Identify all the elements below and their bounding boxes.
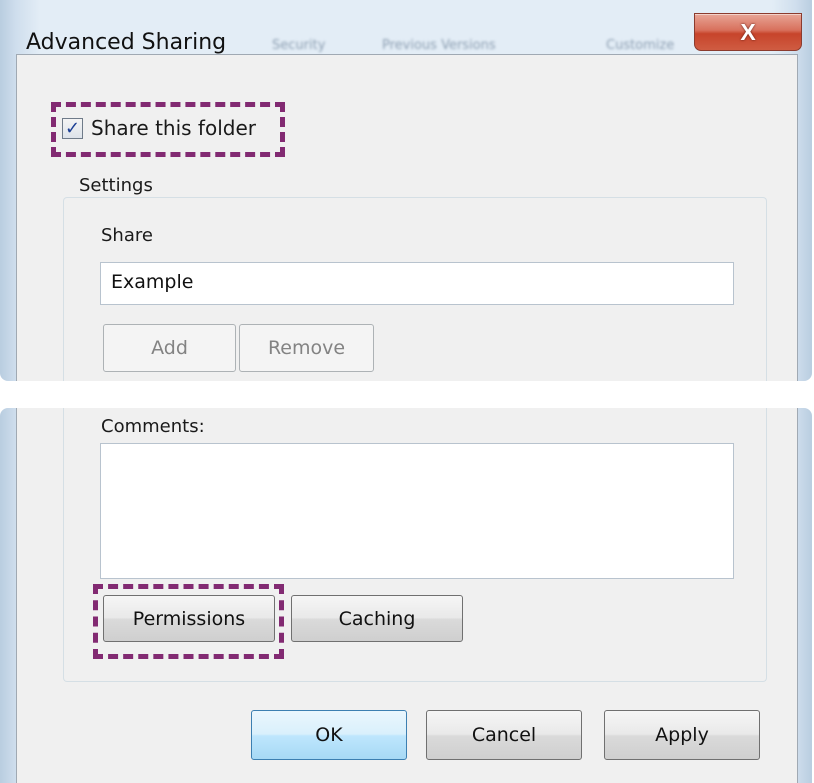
share-name-label: Share — [101, 225, 153, 246]
close-icon: X — [740, 18, 756, 45]
comments-textarea[interactable] — [100, 443, 734, 579]
permissions-button[interactable]: Permissions — [103, 595, 275, 642]
check-icon: ✓ — [64, 117, 81, 139]
settings-legend: Settings — [75, 175, 157, 196]
apply-button[interactable]: Apply — [604, 710, 760, 760]
cancel-button[interactable]: Cancel — [426, 710, 582, 760]
share-this-folder-label: Share this folder — [91, 116, 256, 140]
comments-label: Comments: — [101, 416, 205, 437]
dialog-bottom-section: Comments: Permissions Caching OK Cancel … — [0, 408, 812, 783]
window-title: Advanced Sharing — [26, 30, 227, 55]
background-tab-customize: Customize — [606, 38, 675, 53]
background-tab-security: Security — [272, 38, 326, 53]
dialog-top-section: Advanced Sharing Security Previous Versi… — [0, 0, 812, 381]
caching-button[interactable]: Caching — [291, 595, 463, 642]
close-button[interactable]: X — [694, 13, 802, 51]
share-name-input[interactable]: Example — [100, 262, 734, 305]
ok-button[interactable]: OK — [251, 710, 407, 760]
add-button[interactable]: Add — [103, 324, 236, 372]
remove-button[interactable]: Remove — [239, 324, 374, 372]
background-tab-previous-versions: Previous Versions — [382, 38, 496, 53]
share-this-folder-checkbox[interactable]: ✓ — [62, 118, 83, 139]
